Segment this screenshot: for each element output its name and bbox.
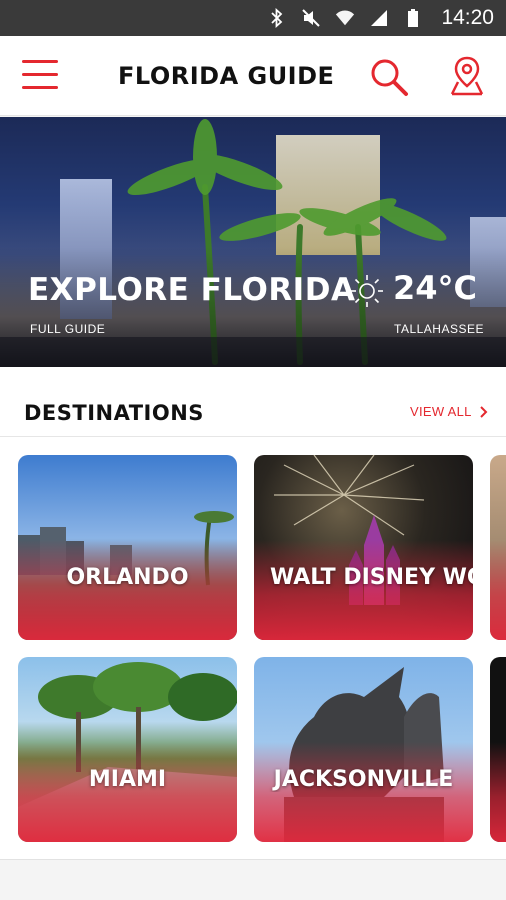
hamburger-menu-icon[interactable] (20, 58, 60, 94)
destinations-header: DESTINATIONS VIEW ALL (0, 367, 506, 437)
card-fade (254, 540, 473, 640)
destination-card-jacksonville[interactable]: JACKSONVILLE (254, 657, 473, 842)
mute-icon (301, 8, 321, 28)
status-time: 14:20 (441, 6, 494, 29)
hero-banner[interactable]: EXPLORE FLORIDA FULL GUIDE 24°C TALLAHAS… (0, 117, 506, 367)
bluetooth-icon (267, 8, 287, 28)
signal-icon (369, 8, 389, 28)
card-fade (18, 540, 237, 640)
search-icon[interactable] (368, 56, 410, 98)
card-label: ORLANDO (66, 565, 189, 590)
card-fade (254, 742, 473, 842)
card-fade (490, 742, 506, 842)
view-all-link[interactable]: VIEW ALL (410, 404, 488, 419)
app-bar: FLORIDA GUIDE (0, 36, 506, 116)
destination-card-orlando[interactable]: ORLANDO (18, 455, 237, 640)
card-label: JACKSONVILLE (273, 767, 454, 792)
card-fade (18, 742, 237, 842)
hero-title: EXPLORE FLORIDA (28, 272, 356, 308)
hero-subtitle: FULL GUIDE (30, 322, 106, 336)
card-label: MIAMI (88, 767, 167, 792)
temperature: 24°C (393, 269, 478, 307)
battery-icon (403, 8, 423, 28)
chevron-right-icon (479, 405, 488, 418)
destinations-title: DESTINATIONS (24, 401, 204, 425)
card-fade (490, 540, 506, 640)
bottom-area (0, 861, 506, 900)
destination-card-walt-disney-world[interactable]: WALT DISNEY WO (254, 455, 473, 640)
destination-card-miami[interactable]: MIAMI (18, 657, 237, 842)
destination-card-partial[interactable] (490, 455, 506, 640)
status-bar: 14:20 (0, 0, 506, 36)
sun-icon (350, 274, 384, 308)
app-title: FLORIDA GUIDE (118, 62, 335, 90)
destination-card-partial[interactable] (490, 657, 506, 842)
card-label: WALT DISNEY WO (270, 565, 473, 590)
map-pin-icon[interactable] (446, 54, 488, 98)
wifi-icon (335, 8, 355, 28)
weather-city: TALLAHASSEE (394, 322, 484, 336)
destinations-section: DESTINATIONS VIEW ALL ORLANDO WALT DISNE… (0, 367, 506, 860)
view-all-label: VIEW ALL (410, 404, 472, 419)
